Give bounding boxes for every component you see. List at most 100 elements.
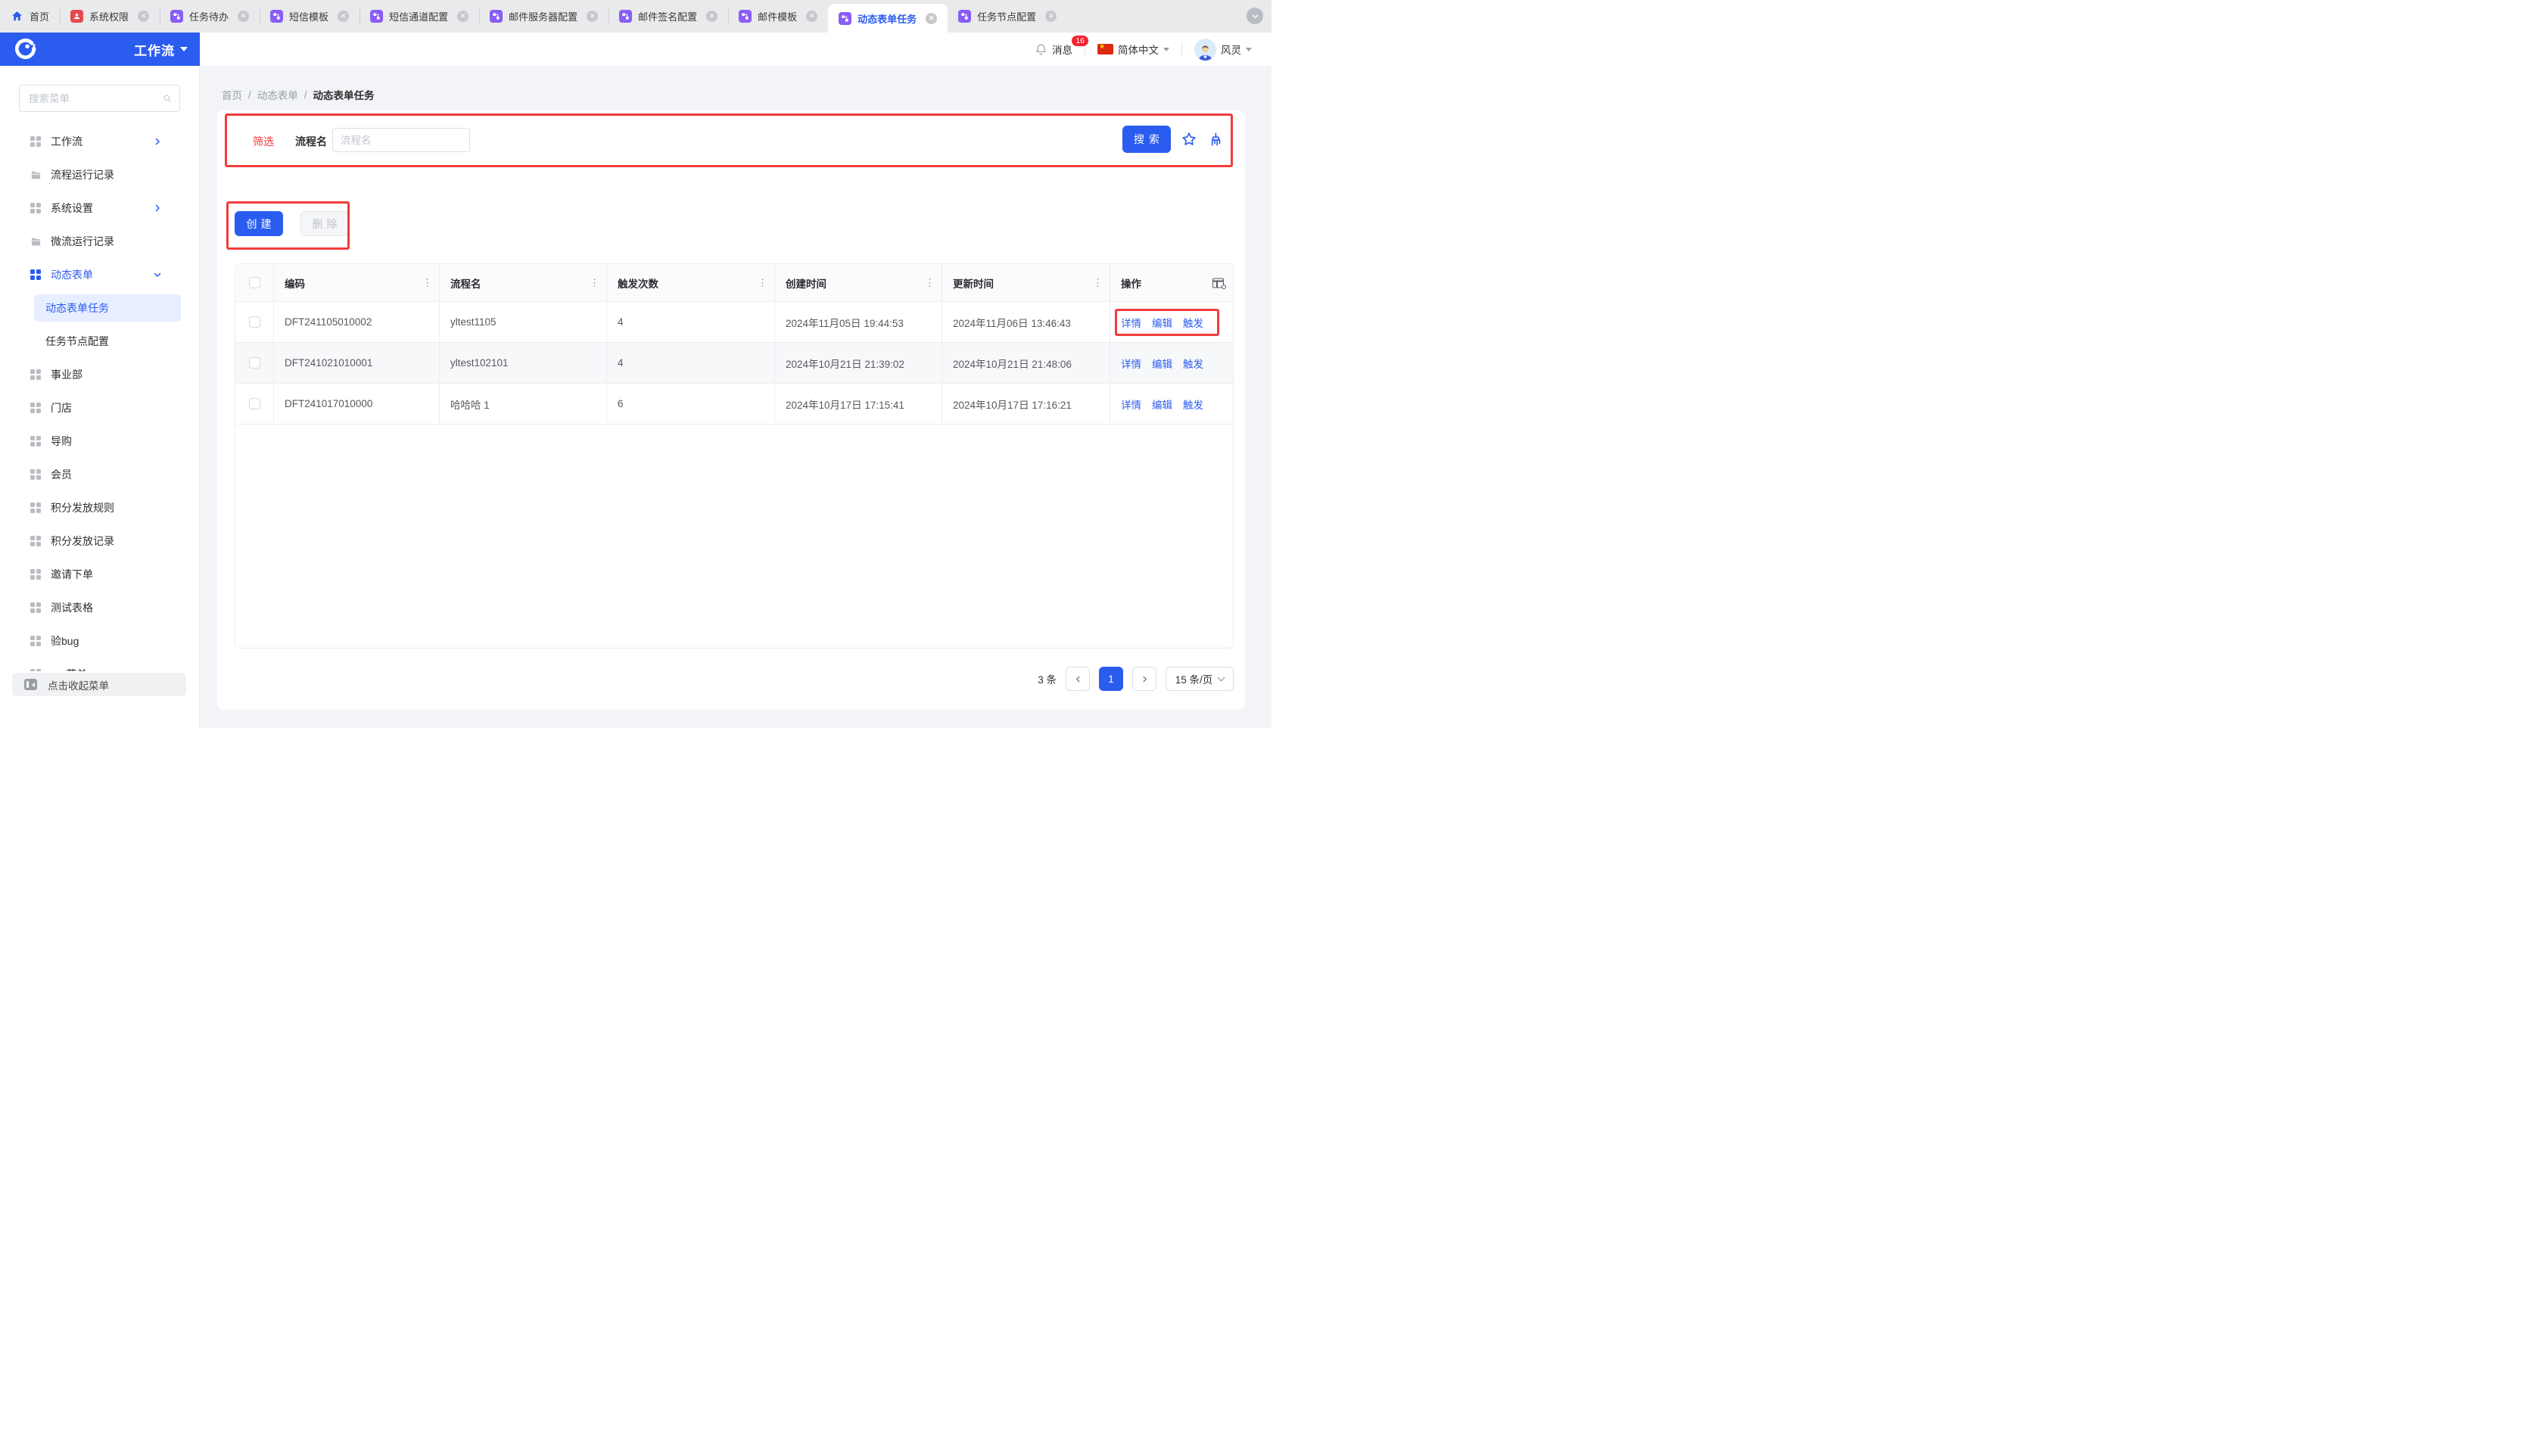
next-page-button[interactable] [1132, 667, 1156, 691]
row-checkbox[interactable] [249, 357, 260, 369]
sidebar-item-store[interactable]: 门店 [0, 391, 199, 425]
search-input[interactable] [29, 93, 163, 104]
sidebar-item-por-menu[interactable]: por菜单 [0, 658, 199, 671]
tab-home[interactable]: 首页 [0, 0, 60, 33]
sidebar-item-process-run-log[interactable]: 流程运行记录 [0, 158, 199, 191]
tab-system-permission[interactable]: 系统权限 ✕ [60, 0, 160, 33]
sidebar-item-member[interactable]: 会员 [0, 458, 199, 491]
tab-mail-signature-config[interactable]: 邮件签名配置 ✕ [609, 0, 728, 33]
column-header-actions: 操作 [1110, 264, 1233, 302]
language-selector[interactable]: ★ 简体中文 [1097, 42, 1169, 57]
cell-actions: 详情 编辑 触发 [1110, 302, 1233, 343]
close-icon[interactable]: ✕ [338, 11, 349, 22]
close-icon[interactable]: ✕ [138, 11, 149, 22]
grid-icon [30, 369, 42, 381]
sidebar-item-points-rule[interactable]: 积分发放规则 [0, 491, 199, 524]
sidebar-item-dynamic-form[interactable]: 动态表单 [0, 258, 199, 291]
row-checkbox[interactable] [249, 316, 260, 328]
sidebar-item-test-table[interactable]: 测试表格 [0, 591, 199, 624]
tab-mail-template[interactable]: 邮件模板 ✕ [728, 0, 828, 33]
grid-icon [30, 403, 42, 414]
tab-label: 系统权限 [89, 9, 129, 23]
trigger-link[interactable]: 触发 [1183, 397, 1203, 412]
sidebar-item-invite-order[interactable]: 邀请下单 [0, 558, 199, 591]
create-button[interactable]: 创建 [235, 211, 283, 236]
select-all-checkbox[interactable] [249, 277, 260, 288]
detail-link[interactable]: 详情 [1121, 356, 1141, 371]
divider [1181, 42, 1182, 56]
close-icon[interactable]: ✕ [926, 13, 937, 24]
close-icon[interactable]: ✕ [457, 11, 468, 22]
page-size-value: 15 条/页 [1175, 671, 1213, 686]
flow-icon [170, 10, 183, 23]
cell-process-name: yltest1105 [440, 302, 607, 343]
current-page-button[interactable]: 1 [1099, 667, 1123, 691]
column-menu-icon[interactable]: ⋮ [758, 277, 767, 289]
column-header-updated-time[interactable]: 更新时间⋮ [942, 264, 1110, 302]
detail-link[interactable]: 详情 [1121, 397, 1141, 412]
user-menu[interactable]: 风灵 [1194, 39, 1252, 61]
sidebar-item-dynamic-form-task[interactable]: 动态表单任务 [0, 291, 199, 325]
messages-button[interactable]: 消息 16 [1035, 42, 1072, 57]
column-menu-icon[interactable]: ⋮ [422, 277, 432, 289]
process-name-input[interactable] [332, 128, 470, 152]
close-icon[interactable]: ✕ [1045, 11, 1057, 22]
sidebar-search[interactable] [19, 85, 180, 112]
breadcrumb-dynamic-form[interactable]: 动态表单 [257, 87, 298, 102]
edit-link[interactable]: 编辑 [1152, 397, 1172, 412]
column-header-created-time[interactable]: 创建时间⋮ [775, 264, 942, 302]
header-actions: 消息 16 ★ 简体中文 风灵 [1035, 33, 1272, 66]
sidebar-item-system-settings[interactable]: 系统设置 [0, 191, 199, 225]
total-count: 3 条 [1038, 671, 1057, 686]
tab-mail-server-config[interactable]: 邮件服务器配置 ✕ [479, 0, 609, 33]
cell-actions: 详情 编辑 触发 [1110, 343, 1233, 384]
clear-broom-icon[interactable] [1206, 131, 1223, 148]
collapse-menu-button[interactable]: 点击收起菜单 [12, 673, 186, 696]
close-icon[interactable]: ✕ [806, 11, 817, 22]
column-header-code[interactable]: 编码⋮ [274, 264, 440, 302]
column-header-process-name[interactable]: 流程名⋮ [440, 264, 607, 302]
tab-task-todo[interactable]: 任务待办 ✕ [160, 0, 260, 33]
prev-page-button[interactable] [1066, 667, 1090, 691]
sidebar-item-points-log[interactable]: 积分发放记录 [0, 524, 199, 558]
grid-icon [30, 636, 42, 647]
app-switcher[interactable]: 工作流 [134, 40, 188, 59]
collapse-menu-label: 点击收起菜单 [48, 677, 109, 692]
column-menu-icon[interactable]: ⋮ [1093, 277, 1103, 289]
close-icon[interactable]: ✕ [706, 11, 717, 22]
edit-link[interactable]: 编辑 [1152, 356, 1172, 371]
favorite-star-icon[interactable] [1181, 131, 1197, 148]
column-header-trigger-count[interactable]: 触发次数⋮ [607, 264, 775, 302]
sidebar-item-business-division[interactable]: 事业部 [0, 358, 199, 391]
trigger-link[interactable]: 触发 [1183, 315, 1203, 330]
cell-code: DFT241105010002 [274, 302, 440, 343]
sidebar-item-task-node-config[interactable]: 任务节点配置 [0, 325, 199, 358]
column-menu-icon[interactable]: ⋮ [590, 277, 599, 289]
delete-button[interactable]: 删除 [300, 211, 349, 236]
close-icon[interactable]: ✕ [238, 11, 249, 22]
sidebar-item-guide[interactable]: 导购 [0, 425, 199, 458]
chevron-right-icon [153, 137, 162, 146]
tab-label: 邮件签名配置 [638, 9, 697, 23]
sidebar-item-verify-bug[interactable]: 验bug [0, 624, 199, 658]
breadcrumb-home[interactable]: 首页 [222, 87, 242, 102]
tab-list-chevron-down-icon[interactable] [1247, 8, 1263, 24]
tab-dynamic-form-task-active[interactable]: 动态表单任务 ✕ [828, 4, 948, 33]
tab-sms-template[interactable]: 短信模板 ✕ [260, 0, 360, 33]
page-card: 筛选 流程名 搜索 创建 删除 编码⋮ 流程名⋮ 触发次数⋮ 创建时间⋮ 更新时… [217, 110, 1245, 710]
tab-label: 任务待办 [189, 9, 229, 23]
sidebar-item-workflow[interactable]: 工作流 [0, 125, 199, 158]
trigger-link[interactable]: 触发 [1183, 356, 1203, 371]
tab-sms-channel-config[interactable]: 短信通道配置 ✕ [360, 0, 479, 33]
sidebar-item-microflow-run-log[interactable]: 微流运行记录 [0, 225, 199, 258]
page-size-select[interactable]: 15 条/页 [1166, 667, 1234, 691]
tab-label: 动态表单任务 [858, 11, 917, 26]
pagination: 3 条 1 15 条/页 [1038, 667, 1234, 691]
search-button[interactable]: 搜索 [1122, 126, 1171, 153]
tab-task-node-config[interactable]: 任务节点配置 ✕ [948, 0, 1067, 33]
close-icon[interactable]: ✕ [587, 11, 598, 22]
edit-link[interactable]: 编辑 [1152, 315, 1172, 330]
detail-link[interactable]: 详情 [1121, 315, 1141, 330]
row-checkbox[interactable] [249, 398, 260, 409]
column-menu-icon[interactable]: ⋮ [925, 277, 935, 289]
